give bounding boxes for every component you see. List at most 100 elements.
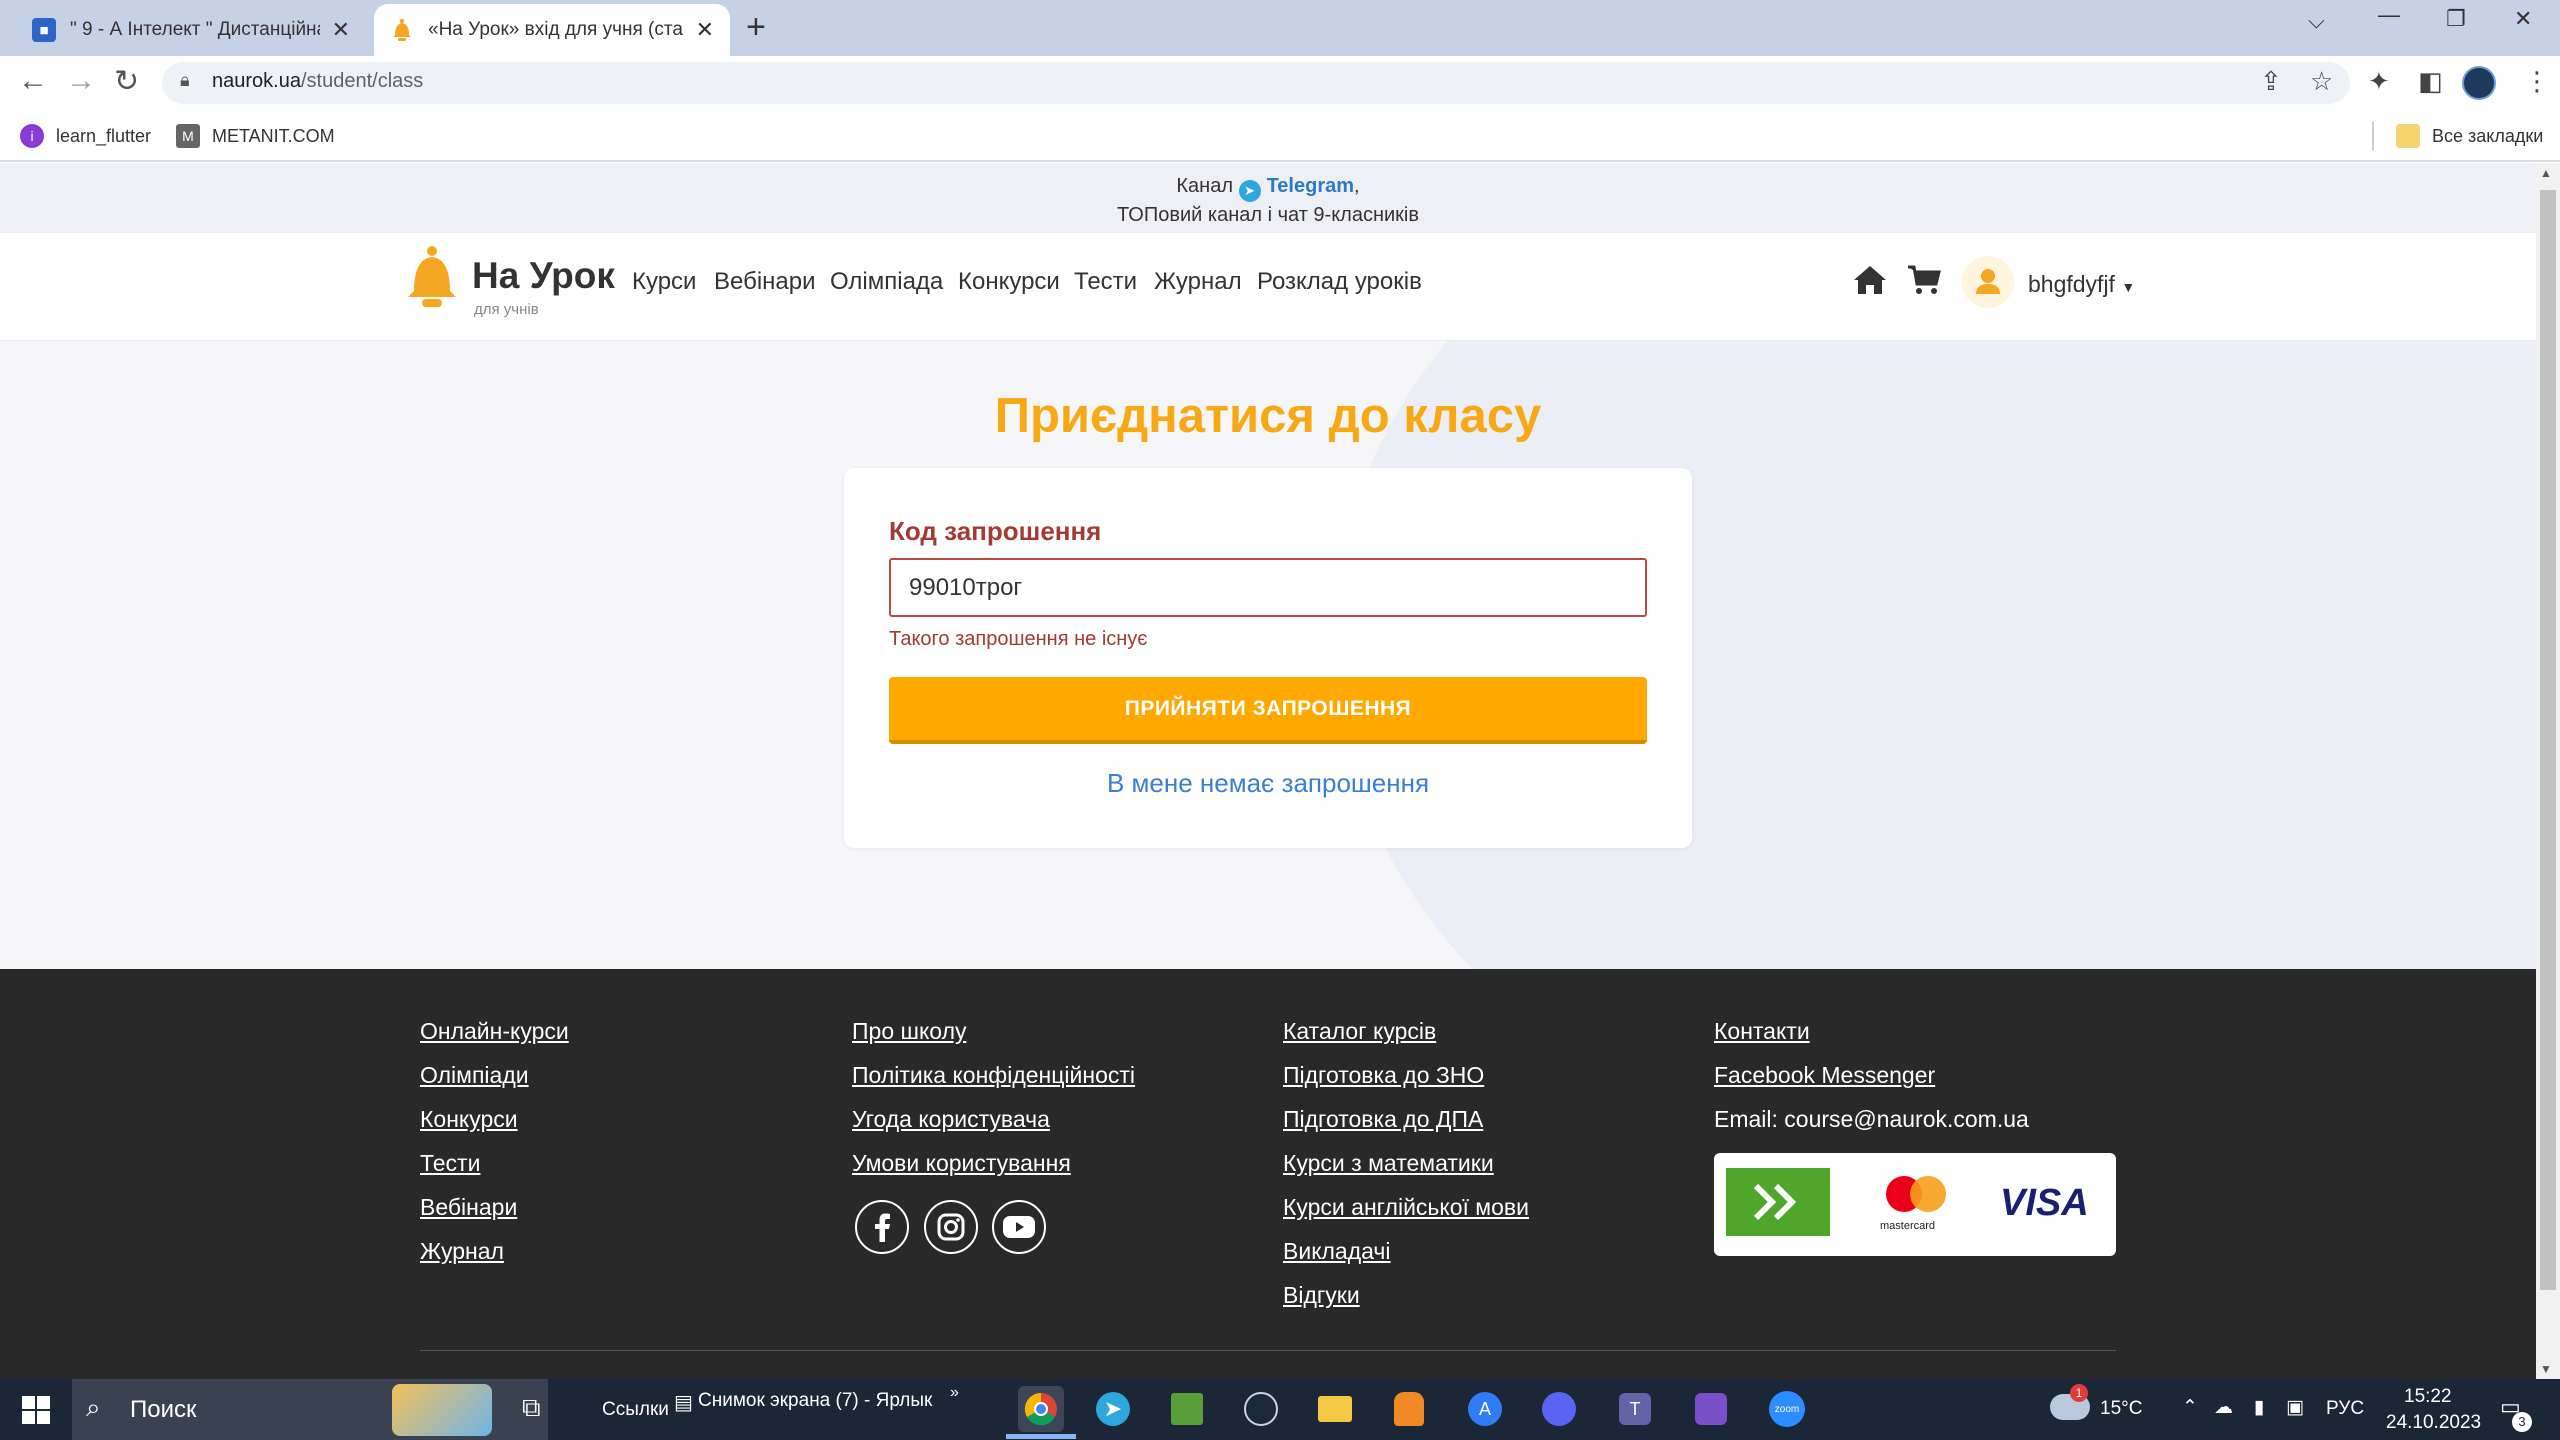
visual-studio-taskbar-icon[interactable]	[1688, 1386, 1734, 1432]
reload-icon[interactable]: ↻	[114, 64, 139, 99]
footer-link-contacts[interactable]: Контакти	[1714, 1018, 1810, 1045]
extensions-icon[interactable]: ✦	[2368, 66, 2390, 97]
language-indicator[interactable]: РУС	[2326, 1398, 2364, 1420]
forward-icon[interactable]: →	[66, 64, 96, 98]
telegram-promo-banner[interactable]: Канал ➤ Telegram, ТОПовий канал і чат 9-к…	[0, 163, 2536, 233]
file-explorer-taskbar-icon[interactable]	[1312, 1386, 1358, 1432]
footer-link-olympiads[interactable]: Олімпіади	[420, 1062, 529, 1089]
close-tab-icon[interactable]: ✕	[696, 17, 714, 43]
lock-icon[interactable]: 🔒︎	[180, 70, 190, 91]
footer-link-online-courses[interactable]: Онлайн-курси	[420, 1018, 569, 1045]
network-icon[interactable]: ▣	[2286, 1396, 2304, 1419]
footer-link-about[interactable]: Про школу	[852, 1018, 966, 1045]
bookmark-metanit[interactable]: M METANIT.COM	[176, 124, 335, 148]
footer-link-catalog[interactable]: Каталог курсів	[1283, 1018, 1436, 1045]
close-tab-icon[interactable]: ✕	[332, 17, 350, 43]
restore-icon[interactable]: ❐	[2446, 6, 2466, 32]
share-icon[interactable]: ⇪	[2260, 66, 2282, 97]
scroll-up-icon[interactable]: ▲	[2540, 166, 2552, 180]
chrome-taskbar-icon[interactable]	[1018, 1386, 1064, 1432]
windows-start-icon[interactable]	[22, 1396, 50, 1424]
url-text[interactable]: naurok.ua/student/class	[212, 70, 423, 93]
zoom-taskbar-icon[interactable]: zoom	[1764, 1386, 1810, 1432]
footer-link-teachers[interactable]: Викладачі	[1283, 1238, 1391, 1265]
microphone-icon[interactable]: ▮	[2254, 1396, 2264, 1419]
facebook-icon[interactable]	[855, 1200, 909, 1254]
footer-link-contests[interactable]: Конкурси	[420, 1106, 518, 1133]
footer-link-terms[interactable]: Умови користування	[852, 1150, 1071, 1177]
youtube-icon[interactable]	[992, 1200, 1046, 1254]
footer-link-privacy[interactable]: Політика конфіденційності	[852, 1062, 1135, 1089]
minecraft-taskbar-icon[interactable]	[1164, 1386, 1210, 1432]
scrollbar-thumb[interactable]	[2540, 190, 2556, 1290]
nav-schedule[interactable]: Розклад уроків	[1257, 268, 1422, 296]
nav-olympiad[interactable]: Олімпіада	[830, 268, 943, 296]
teams-taskbar-icon[interactable]: T	[1612, 1386, 1658, 1432]
footer-link-reviews[interactable]: Відгуки	[1283, 1282, 1360, 1309]
cart-icon[interactable]	[1906, 264, 1942, 296]
taskbar-shortcut-label[interactable]: Снимок экрана (7) - Ярлык	[698, 1390, 932, 1412]
nav-courses[interactable]: Курси	[632, 268, 696, 296]
footer-link-user-agreement[interactable]: Угода користувача	[852, 1106, 1050, 1133]
search-icon: ⌕	[86, 1392, 101, 1422]
nav-contests[interactable]: Конкурси	[958, 268, 1060, 296]
footer-link-english[interactable]: Курси англійської мови	[1283, 1194, 1529, 1221]
back-icon[interactable]: ←	[18, 64, 48, 98]
tab-naurok[interactable]: «На Урок» вхід для учня (старт) ✕	[374, 4, 730, 56]
close-window-icon[interactable]: ✕	[2514, 6, 2532, 32]
profile-avatar[interactable]	[2462, 66, 2496, 100]
user-avatar[interactable]	[1962, 256, 2014, 308]
taskbar-links-label[interactable]: Ссылки	[602, 1399, 669, 1421]
tab-title: " 9 - А Інтелект " Дистанційна освіта	[70, 19, 320, 40]
nav-webinars[interactable]: Вебінари	[714, 268, 816, 296]
invite-code-input[interactable]	[889, 558, 1647, 617]
tab-search-chevron-icon[interactable]: ⌵	[2308, 8, 2325, 34]
bookmark-star-icon[interactable]: ☆	[2310, 66, 2333, 97]
clock-time[interactable]: 15:22	[2404, 1386, 2452, 1408]
instagram-icon[interactable]	[924, 1200, 978, 1254]
no-invite-link[interactable]: В мене немає запрошення	[844, 768, 1692, 799]
task-view-icon[interactable]: ⧉	[522, 1392, 541, 1424]
payment-provider-logo	[1726, 1168, 1830, 1236]
side-panel-icon[interactable]: ◧	[2418, 66, 2443, 97]
scroll-down-icon[interactable]: ▼	[2540, 1362, 2552, 1376]
address-bar[interactable]	[162, 62, 2350, 104]
promo-subtitle: ТОПовий канал і чат 9-класників	[1116, 204, 1419, 226]
fl-studio-taskbar-icon[interactable]	[1386, 1386, 1432, 1432]
active-app-indicator	[1006, 1434, 1076, 1439]
telegram-taskbar-icon[interactable]: ➤	[1090, 1386, 1136, 1432]
classroom-favicon-icon: ■	[32, 18, 56, 42]
clock-date[interactable]: 24.10.2023	[2386, 1412, 2481, 1434]
nav-tests[interactable]: Тести	[1074, 268, 1137, 296]
bookmark-learn-flutter[interactable]: i learn_flutter	[20, 124, 151, 148]
new-tab-icon[interactable]: +	[746, 8, 766, 47]
footer-link-messenger[interactable]: Facebook Messenger	[1714, 1062, 1935, 1089]
steam-taskbar-icon[interactable]	[1238, 1386, 1284, 1432]
footer-link-dpa[interactable]: Підготовка до ДПА	[1283, 1106, 1483, 1133]
footer-link-webinars[interactable]: Вебінари	[420, 1194, 517, 1221]
telegram-link[interactable]: Telegram	[1267, 175, 1354, 197]
discord-taskbar-icon[interactable]	[1536, 1386, 1582, 1432]
user-menu[interactable]: bhgfdyfjf ▼	[2028, 271, 2135, 298]
onedrive-icon[interactable]: ☁	[2214, 1396, 2233, 1419]
toolbar-expand-icon[interactable]: »	[950, 1384, 959, 1402]
accept-invite-button[interactable]: ПРИЙНЯТИ ЗАПРОШЕННЯ	[889, 677, 1647, 744]
home-icon[interactable]	[1852, 264, 1888, 296]
all-bookmarks[interactable]: Все закладки	[2396, 124, 2543, 148]
folder-icon	[2396, 124, 2420, 148]
app-store-taskbar-icon[interactable]: A	[1462, 1386, 1508, 1432]
menu-icon[interactable]: ⋮	[2524, 66, 2550, 97]
visa-logo: VISA	[2000, 1182, 2089, 1224]
tray-expand-icon[interactable]: ⌃	[2182, 1396, 2198, 1419]
tab-classroom[interactable]: ■ " 9 - А Інтелект " Дистанційна освіта …	[16, 4, 366, 56]
minimize-icon[interactable]: —	[2378, 2, 2400, 28]
footer-link-zno[interactable]: Підготовка до ЗНО	[1283, 1062, 1484, 1089]
footer-link-math[interactable]: Курси з математики	[1283, 1150, 1494, 1177]
temperature[interactable]: 15°C	[2100, 1398, 2142, 1420]
caret-down-icon: ▼	[2121, 279, 2136, 295]
footer-link-journal[interactable]: Журнал	[420, 1238, 504, 1265]
footer-link-tests[interactable]: Тести	[420, 1150, 480, 1177]
nav-journal[interactable]: Журнал	[1154, 268, 1242, 296]
bell-logo-icon[interactable]	[404, 245, 460, 309]
logo-title[interactable]: На Урок	[472, 255, 615, 297]
